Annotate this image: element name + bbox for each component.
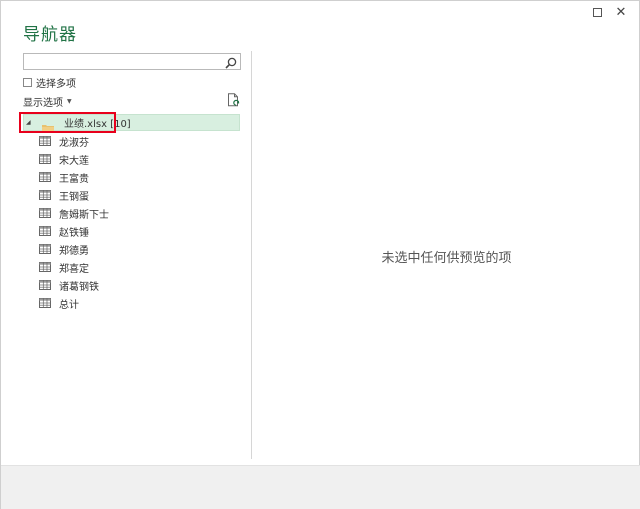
sheet-item-label: 龙淑芬 (59, 137, 89, 149)
sheet-item[interactable]: 总计 (39, 294, 239, 312)
sheet-item[interactable]: 龙淑芬 (39, 132, 239, 150)
search-input[interactable] (26, 55, 222, 68)
preview-empty-message: 未选中任何供预览的项 (381, 251, 512, 266)
sheet-item[interactable]: 王钢蛋 (39, 186, 239, 204)
table-icon (39, 298, 51, 308)
sheet-item[interactable]: 郑喜定 (39, 258, 239, 276)
sheet-item-label: 总计 (59, 299, 79, 311)
multi-select-option[interactable]: 选择多项 (23, 75, 76, 90)
sheet-item-label: 诸葛钢铁 (59, 281, 99, 293)
sheet-item-label: 赵铁锤 (59, 227, 89, 239)
sheet-list: 龙淑芬 宋大莲 王富贵 王钢蛋 詹姆斯下士 赵铁锤 郑德勇 郑喜定 诸葛钢铁 总… (39, 132, 239, 312)
sheet-item-label: 宋大莲 (59, 155, 89, 167)
tree-root-label: 业绩.xlsx [10] (64, 119, 131, 130)
search-box[interactable] (23, 53, 241, 70)
sheet-item-label: 詹姆斯下士 (59, 209, 109, 221)
close-icon: ✕ (615, 4, 627, 20)
page-title: 导航器 (23, 25, 77, 45)
sheet-item[interactable]: 赵铁锤 (39, 222, 239, 240)
table-icon (39, 136, 51, 146)
multi-select-label: 选择多项 (36, 79, 76, 90)
dialog-footer (1, 465, 640, 509)
refresh-icon[interactable] (227, 92, 240, 107)
multi-select-checkbox[interactable] (23, 78, 32, 87)
navigator-window: ✕ 导航器 选择多项 显示选项 ▼ ◢ 业绩.xlsx [10] 龙淑芬 宋大莲… (0, 0, 640, 509)
maximize-icon (592, 7, 602, 17)
table-icon (39, 154, 51, 164)
sheet-item[interactable]: 王富贵 (39, 168, 239, 186)
close-button[interactable]: ✕ (609, 4, 633, 20)
sheet-item[interactable]: 宋大莲 (39, 150, 239, 168)
table-icon (39, 244, 51, 254)
table-icon (39, 208, 51, 218)
table-icon (39, 226, 51, 236)
search-icon[interactable] (224, 55, 238, 69)
sheet-item-label: 郑喜定 (59, 263, 89, 275)
sheet-item-label: 王富贵 (59, 173, 89, 185)
expand-arrow-icon[interactable]: ◢ (26, 119, 34, 126)
sheet-item[interactable]: 诸葛钢铁 (39, 276, 239, 294)
tree-root-workbook[interactable]: ◢ 业绩.xlsx [10] (23, 114, 240, 133)
maximize-button[interactable] (585, 4, 609, 20)
sheet-item-label: 郑德勇 (59, 245, 89, 257)
table-icon (39, 190, 51, 200)
chevron-down-icon: ▼ (67, 98, 72, 105)
folder-icon (42, 118, 54, 133)
display-options-dropdown[interactable]: 显示选项 ▼ (23, 94, 72, 109)
window-controls: ✕ (585, 4, 633, 20)
sheet-item-label: 王钢蛋 (59, 191, 89, 203)
sheet-item[interactable]: 詹姆斯下士 (39, 204, 239, 222)
table-icon (39, 280, 51, 290)
table-icon (39, 262, 51, 272)
table-icon (39, 172, 51, 182)
sheet-item[interactable]: 郑德勇 (39, 240, 239, 258)
display-options-label: 显示选项 (23, 98, 63, 109)
